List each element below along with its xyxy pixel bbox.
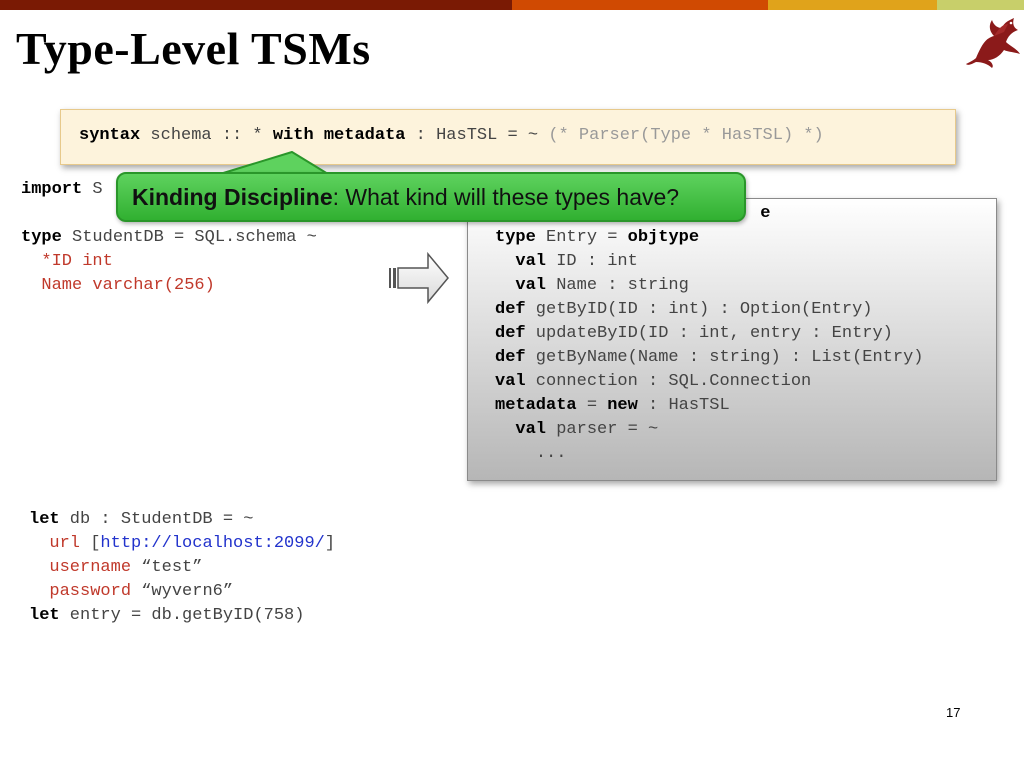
bottom-line-4: password “wyvern6” [29, 580, 335, 604]
gen-line-8-rest: : HasTSL [637, 396, 730, 415]
gen-line-1: type Entry = objtype [495, 226, 923, 250]
top-bar-segment-1 [0, 0, 512, 10]
syntax-definition-box: syntax schema :: * with metadata : HasTS… [60, 109, 956, 165]
left-code-line-5: Name varchar(256) [21, 276, 215, 295]
type-keyword: type [21, 228, 62, 247]
syntax-text: schema :: * [140, 126, 273, 145]
localhost-link[interactable]: http://localhost:2099/ [100, 534, 324, 553]
let-keyword: let [29, 510, 60, 529]
gen-line-7-rest: connection : SQL.Connection [525, 372, 812, 391]
def-keyword: def [495, 300, 526, 319]
with-keyword: with [272, 126, 314, 145]
gen-line-5: def updateByID(ID : int, entry : Entry) [495, 322, 923, 346]
url-open-bracket: [ [80, 534, 101, 553]
syntax-keyword: syntax [79, 126, 141, 145]
bottom-code-block: let db : StudentDB = ~ url [http://local… [29, 508, 335, 628]
val-keyword: val [515, 276, 547, 295]
val-keyword: val [515, 420, 547, 439]
gen-line-9: val parser = ~ [495, 418, 923, 442]
generated-type-box: e type Entry = objtype val ID : int val N… [467, 198, 997, 481]
bottom-line-1: let db : StudentDB = ~ [29, 508, 335, 532]
let-keyword: let [29, 606, 60, 625]
new-keyword: new [607, 396, 638, 415]
left-code-line-3: type StudentDB = SQL.schema ~ [21, 226, 317, 250]
syntax-comment: (* Parser(Type * HasTSL) *) [548, 126, 824, 145]
gen-line-9-rest: parser = ~ [546, 420, 659, 439]
gen-line-10: ... [495, 442, 923, 466]
gen-line-2: val ID : int [495, 250, 923, 274]
bottom-line-1-rest: db : StudentDB = ~ [59, 510, 254, 529]
gen-line-0-end: e [760, 204, 771, 223]
metadata-keyword: metadata [495, 396, 577, 415]
bottom-line-5-rest: entry = db.getByID(758) [59, 606, 305, 625]
right-arrow-icon [389, 251, 449, 305]
gen-line-7: val connection : SQL.Connection [495, 370, 923, 394]
bottom-line-2: url [http://localhost:2099/] [29, 532, 335, 556]
gen-line-5-rest: updateByID(ID : int, entry : Entry) [525, 324, 893, 343]
left-code-line-4: *ID int [21, 252, 113, 271]
username-key: username [49, 558, 132, 577]
page-number: 17 [946, 705, 961, 720]
val-keyword: val [515, 252, 547, 271]
top-bar-segment-4 [937, 0, 1024, 10]
gen-line-6-rest: getByName(Name : string) : List(Entry) [525, 348, 924, 367]
gen-line-4: def getByID(ID : int) : Option(Entry) [495, 298, 923, 322]
bottom-line-5: let entry = db.getByID(758) [29, 604, 335, 628]
left-code-import-rest: S [82, 180, 103, 199]
gen-line-8: metadata = new : HasTSL [495, 394, 923, 418]
gen-line-3: val Name : string [495, 274, 923, 298]
slide-title: Type-Level TSMs [16, 23, 371, 74]
gen-line-8-mid: = [576, 396, 608, 415]
def-keyword: def [495, 348, 526, 367]
gen-line-1-mid: Entry = [535, 228, 628, 247]
password-key: password [49, 582, 132, 601]
metadata-keyword: metadata [313, 126, 406, 145]
generated-code: e type Entry = objtype val ID : int val N… [495, 202, 923, 466]
bottom-line-3: username “test” [29, 556, 335, 580]
top-bar-segment-2 [512, 0, 768, 10]
gen-line-3-rest: Name : string [546, 276, 689, 295]
left-code-type-rest: StudentDB = SQL.schema ~ [61, 228, 317, 247]
import-keyword: import [21, 180, 83, 199]
top-color-bar [0, 0, 1024, 10]
username-value: “test” [131, 558, 203, 577]
syntax-type-text: : HasTSL = ~ [405, 126, 549, 145]
gen-line-4-rest: getByID(ID : int) : Option(Entry) [525, 300, 873, 319]
url-key: url [49, 534, 81, 553]
top-bar-segment-3 [768, 0, 937, 10]
password-value: “wyvern6” [131, 582, 234, 601]
ellipsis-text: ... [535, 444, 567, 463]
callout-bold-text: Kinding Discipline [132, 184, 333, 210]
type-keyword: type [495, 228, 536, 247]
url-close-bracket: ] [324, 534, 336, 553]
dragon-logo-icon [966, 18, 1020, 68]
def-keyword: def [495, 324, 526, 343]
syntax-line: syntax schema :: * with metadata : HasTS… [79, 124, 824, 148]
gen-line-2-rest: ID : int [546, 252, 638, 271]
gen-line-6: def getByName(Name : string) : List(Entr… [495, 346, 923, 370]
objtype-keyword: objtype [627, 228, 700, 247]
callout-text: : What kind will these types have? [332, 184, 680, 210]
val-keyword: val [495, 372, 526, 391]
kinding-discipline-callout: Kinding Discipline: What kind will these… [116, 172, 746, 222]
